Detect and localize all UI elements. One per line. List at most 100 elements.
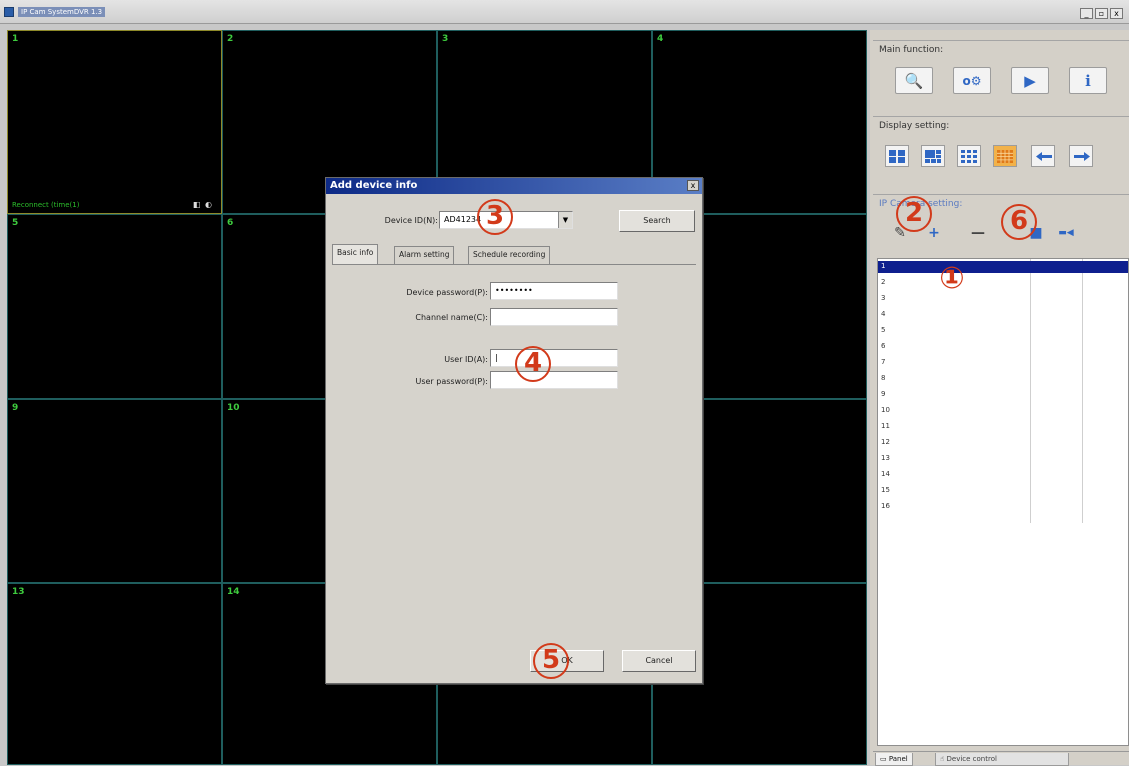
- tab-schedule-recording[interactable]: Schedule recording: [468, 246, 551, 264]
- user-id-label: User ID(A):: [444, 355, 488, 364]
- tab-panel[interactable]: ▭ Panel: [875, 753, 913, 766]
- list-item[interactable]: 6: [878, 341, 1128, 353]
- list-item[interactable]: 5: [878, 325, 1128, 337]
- search-button[interactable]: 🔍: [895, 67, 933, 94]
- search-icon: 🔍: [904, 72, 924, 90]
- cancel-button[interactable]: Cancel: [622, 650, 696, 672]
- list-item[interactable]: 9: [878, 389, 1128, 401]
- cell-number: 9: [12, 403, 19, 413]
- row-number: 1: [881, 262, 886, 270]
- annotation-marker-1: ①: [939, 261, 965, 296]
- tab-label: Device control: [946, 755, 997, 763]
- row-number: 14: [881, 470, 890, 478]
- grid-16-icon: [997, 150, 1013, 163]
- window-title: IP Cam SystemDVR 1.3: [18, 7, 106, 17]
- user-password-field[interactable]: [490, 371, 618, 389]
- grid-9-icon: [961, 150, 977, 163]
- dialog-close-button[interactable]: x: [687, 180, 699, 191]
- record-button[interactable]: ▶: [1011, 67, 1049, 94]
- annotation-marker-3: 3: [477, 199, 513, 235]
- row-number: 16: [881, 502, 890, 510]
- user-id-field[interactable]: |: [490, 349, 618, 367]
- arrow-right-icon: [1074, 152, 1090, 161]
- list-item[interactable]: 15: [878, 485, 1128, 497]
- window-titlebar: IP Cam SystemDVR 1.3 _ ▫ x: [0, 0, 1129, 24]
- list-item[interactable]: 7: [878, 357, 1128, 369]
- cell-number: 2: [227, 34, 234, 44]
- main-function-title: Main function:: [879, 45, 944, 55]
- row-number: 10: [881, 406, 890, 414]
- list-item[interactable]: 13: [878, 453, 1128, 465]
- control-panel: Main function: 🔍 o⚙ ▶ i Display setting:…: [870, 30, 1129, 766]
- main-function-section: Main function: 🔍 o⚙ ▶ i: [873, 40, 1129, 110]
- tab-device-control[interactable]: ☝ Device control: [935, 753, 1069, 766]
- info-button[interactable]: i: [1069, 67, 1107, 94]
- video-cell-9[interactable]: 9: [7, 399, 222, 583]
- cell-number: 14: [227, 587, 240, 597]
- layout-4-button[interactable]: [885, 145, 909, 167]
- remove-camera-button[interactable]: —: [965, 223, 991, 243]
- maximize-button[interactable]: ▫: [1095, 8, 1108, 19]
- panel-icon: ▭: [880, 755, 889, 763]
- camera-list[interactable]: 1 2 3 4 5 6 7 8 9 10 11 12 13 14 15 16: [877, 258, 1129, 746]
- tab-label: Panel: [888, 755, 908, 763]
- row-number: 4: [881, 310, 886, 318]
- annotation-marker-5: 5: [533, 643, 569, 679]
- list-item[interactable]: 12: [878, 437, 1128, 449]
- layout-9-button[interactable]: [957, 145, 981, 167]
- device-password-label: Device password(P):: [406, 288, 488, 297]
- row-number: 7: [881, 358, 886, 366]
- video-cell-13[interactable]: 13: [7, 583, 222, 765]
- list-item[interactable]: 10: [878, 405, 1128, 417]
- dialog-titlebar: Add device info x: [326, 178, 702, 194]
- list-item[interactable]: 4: [878, 309, 1128, 321]
- row-number: 11: [881, 422, 890, 430]
- row-number: 6: [881, 342, 886, 350]
- tab-basic-info[interactable]: Basic info: [332, 244, 379, 264]
- app-icon: [4, 7, 14, 17]
- row-number: 8: [881, 374, 886, 382]
- row-number: 12: [881, 438, 890, 446]
- previous-page-button[interactable]: [1031, 145, 1055, 167]
- layout-6-button[interactable]: [921, 145, 945, 167]
- list-item[interactable]: 3: [878, 293, 1128, 305]
- list-item[interactable]: 1: [878, 261, 1128, 274]
- row-number: 2: [881, 278, 886, 286]
- arrow-left-icon: [1036, 152, 1052, 161]
- grid-6-icon: [925, 150, 941, 163]
- video-cell-5[interactable]: 5: [7, 214, 222, 399]
- search-device-button[interactable]: Search: [619, 210, 695, 232]
- list-item[interactable]: 8: [878, 373, 1128, 385]
- annotation-marker-4: 4: [515, 346, 551, 382]
- annotation-marker-6: 6: [1001, 204, 1037, 240]
- row-number: 15: [881, 486, 890, 494]
- settings-button[interactable]: o⚙: [953, 67, 991, 94]
- cell-number: 6: [227, 218, 234, 228]
- window-controls: _ ▫ x: [1080, 8, 1123, 19]
- list-item[interactable]: 16: [878, 501, 1128, 513]
- minus-icon: —: [971, 225, 985, 241]
- device-password-value: ••••••••: [495, 286, 533, 295]
- grid-4-icon: [889, 150, 905, 163]
- display-setting-section: Display setting:: [873, 116, 1129, 186]
- minimize-button[interactable]: _: [1080, 8, 1093, 19]
- video-camera-icon: ▬◀: [1058, 228, 1074, 238]
- list-item[interactable]: 14: [878, 469, 1128, 481]
- chevron-down-icon[interactable]: ▼: [558, 212, 572, 228]
- list-item[interactable]: 2: [878, 277, 1128, 289]
- layout-16-button[interactable]: [993, 145, 1017, 167]
- tab-alarm-setting[interactable]: Alarm setting: [394, 246, 455, 264]
- settings-icon: o⚙: [962, 74, 982, 88]
- video-cell-1[interactable]: 1 Reconnect (time(1) ◧ ◐: [7, 30, 222, 214]
- user-id-value: |: [495, 353, 498, 362]
- device-password-field[interactable]: ••••••••: [490, 282, 618, 300]
- next-page-button[interactable]: [1069, 145, 1093, 167]
- display-setting-title: Display setting:: [879, 121, 950, 131]
- row-number: 9: [881, 390, 886, 398]
- camera-video-button[interactable]: ▬◀: [1053, 223, 1079, 243]
- channel-name-field[interactable]: [490, 308, 618, 326]
- row-number: 3: [881, 294, 886, 302]
- list-item[interactable]: 11: [878, 421, 1128, 433]
- close-button[interactable]: x: [1110, 8, 1123, 19]
- cell-number: 1: [12, 34, 19, 44]
